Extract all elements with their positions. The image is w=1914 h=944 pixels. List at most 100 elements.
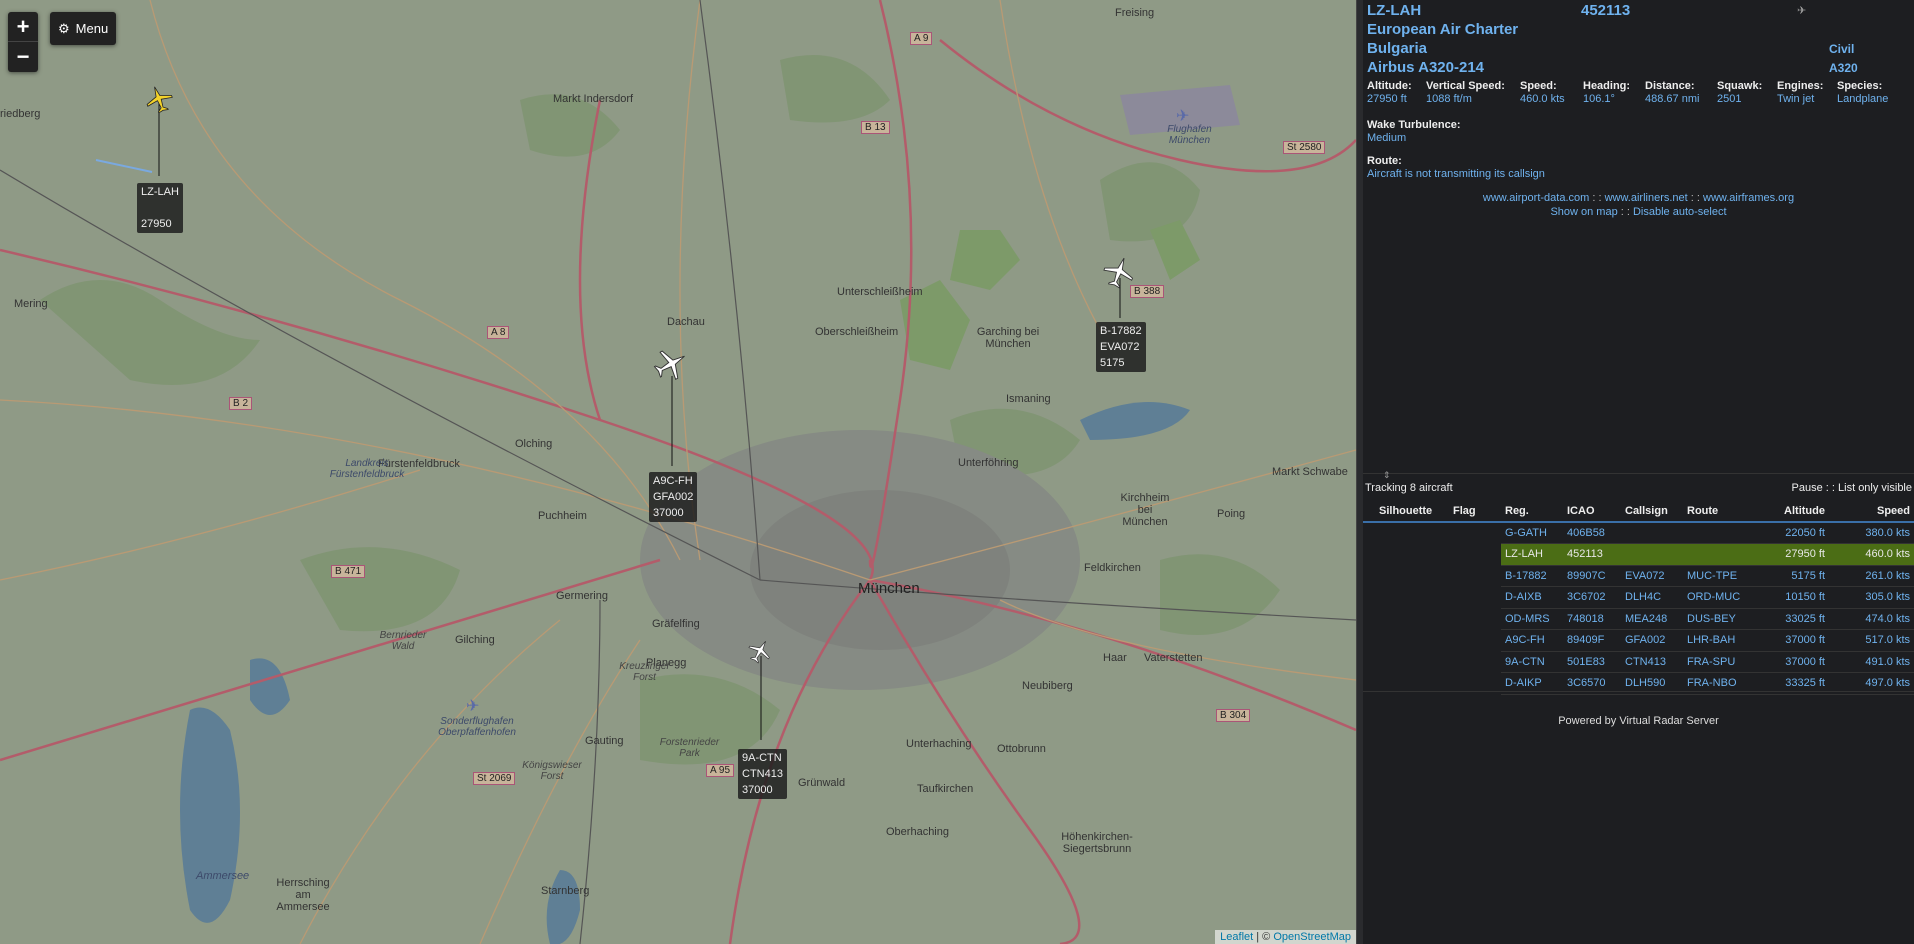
field-value: Aircraft is not transmitting its callsig…: [1367, 168, 1545, 180]
plane-icon: [146, 86, 173, 114]
aircraft-marker-b-17882[interactable]: [1102, 255, 1136, 292]
place-label: Ammersee: [196, 870, 250, 882]
table-cell: DLH4C: [1621, 586, 1683, 609]
field-key: Engines:: [1777, 80, 1824, 92]
airport-data-link[interactable]: www.airport-data.com: [1483, 192, 1589, 204]
airliners-link[interactable]: www.airliners.net: [1605, 192, 1688, 204]
table-cell: 748018: [1563, 608, 1621, 630]
column-header[interactable]: Reg.: [1501, 500, 1563, 523]
table-row[interactable]: 9A-CTN 501E83 CTN413 FRA-SPU 37000 ft 491.0 k…: [1363, 651, 1914, 673]
field-value: 27950 ft: [1367, 93, 1407, 105]
tracking-count: Tracking 8 aircraft: [1365, 482, 1453, 494]
silhouette-cell: [1363, 608, 1449, 630]
menu-button[interactable]: ⚙ Menu: [50, 12, 117, 45]
plane-icon: [653, 350, 685, 381]
table-row[interactable]: LZ-LAH 452113 27950 ft 460.0 kts: [1363, 543, 1914, 566]
detail-heading: Heading: 106.1°: [1583, 80, 1630, 105]
road-shield: A 8: [487, 326, 510, 339]
place-label: Flughafen München: [1167, 124, 1212, 146]
table-cell: 37000 ft: [1753, 651, 1829, 673]
detail-altitude: Altitude: 27950 ft: [1367, 80, 1412, 105]
detail-wake-turbulence: Wake Turbulence: Medium: [1367, 119, 1461, 144]
aircraft-label[interactable]: LZ-LAH 27950: [137, 183, 183, 233]
table-cell: 33025 ft: [1753, 608, 1829, 630]
pause-link[interactable]: Pause: [1792, 482, 1823, 494]
aircraft-label[interactable]: 9A-CTN CTN413 37000: [738, 749, 787, 799]
table-row[interactable]: OD-MRS 748018 MEA248 DUS-BEY 33025 ft 474.0 k…: [1363, 608, 1914, 630]
aircraft-detail: LZ-LAH 452113 ✈ European Air Charter Bul…: [1363, 0, 1914, 475]
leaflet-link[interactable]: Leaflet: [1220, 931, 1253, 943]
osm-link[interactable]: OpenStreetMap: [1273, 931, 1351, 943]
place-label: Sonderflughafen Oberpfaffenhofen: [438, 716, 516, 738]
show-on-map-link[interactable]: Show on map: [1550, 206, 1617, 218]
flag-cell: [1449, 608, 1501, 630]
table-cell: 501E83: [1563, 651, 1621, 673]
table-row[interactable]: D-AIXB 3C6702 DLH4C ORD-MUC 10150 ft 305.0 kt…: [1363, 586, 1914, 609]
flag-cell: [1449, 651, 1501, 673]
zoom-out-button[interactable]: −: [8, 42, 38, 72]
flag-cell: [1449, 587, 1501, 609]
place-label: Gilching: [455, 634, 495, 646]
airframes-link[interactable]: www.airframes.org: [1703, 192, 1794, 204]
flag-cell: [1449, 522, 1501, 544]
list-only-visible-link[interactable]: List only visible: [1838, 482, 1912, 494]
disable-auto-select-link[interactable]: Disable auto-select: [1633, 206, 1727, 218]
zoom-in-button[interactable]: +: [8, 12, 38, 42]
table-cell: G-GATH: [1501, 522, 1563, 544]
external-links: www.airport-data.com : : www.airliners.n…: [1363, 192, 1914, 204]
label-altitude: 37000: [653, 507, 684, 519]
aircraft-marker-9a-ctn[interactable]: [747, 638, 773, 667]
road-shield: B 471: [331, 565, 366, 578]
aircraft-marker-lz-lah[interactable]: [144, 84, 174, 117]
column-header[interactable]: ICAO: [1563, 500, 1621, 523]
table-cell: 89907C: [1563, 565, 1621, 587]
place-label: Ottobrunn: [997, 743, 1046, 755]
table-cell: CTN413: [1621, 651, 1683, 673]
field-value: Landplane: [1837, 93, 1889, 105]
plane-icon: [1103, 257, 1133, 289]
column-header[interactable]: Callsign: [1621, 500, 1683, 523]
detail-speed: Speed: 460.0 kts: [1520, 80, 1565, 105]
map-view[interactable]: München Freising Markt Indersdorf Dachau…: [0, 0, 1356, 944]
place-label: Olching: [515, 438, 553, 450]
place-label: Oberschleißheim: [815, 326, 899, 338]
field-value: 2501: [1717, 93, 1742, 105]
aircraft-label[interactable]: B-17882 EVA072 5175: [1096, 322, 1146, 372]
place-label: Gräfelfing: [652, 618, 700, 630]
table-cell: LZ-LAH: [1501, 543, 1563, 566]
label-altitude: 37000: [742, 784, 773, 796]
road-shield: B 13: [861, 121, 890, 134]
table-cell: GFA002: [1621, 629, 1683, 652]
aircraft-marker-a9c-fh[interactable]: [653, 346, 689, 385]
column-header[interactable]: Flag: [1449, 500, 1501, 523]
table-cell: 10150 ft: [1753, 586, 1829, 609]
panel-splitter[interactable]: [1356, 0, 1363, 944]
airport-icon: ✈: [1176, 108, 1190, 125]
table-cell: MUC-TPE: [1683, 565, 1753, 587]
table-row[interactable]: B-17882 89907C EVA072 MUC-TPE 5175 ft 261.0 k…: [1363, 565, 1914, 587]
column-header[interactable]: Silhouette: [1363, 500, 1449, 523]
field-value: 488.67 nmi: [1645, 93, 1700, 105]
table-cell: [1683, 543, 1753, 566]
field-value: Twin jet: [1777, 93, 1815, 105]
silhouette-cell: [1363, 522, 1449, 544]
table-cell: 452113: [1563, 543, 1621, 566]
aircraft-label[interactable]: A9C-FH GFA002 37000: [649, 472, 698, 522]
table-row[interactable]: A9C-FH 89409F GFA002 LHR-BAH 37000 ft 517.0 k…: [1363, 629, 1914, 652]
table-cell: [1683, 522, 1753, 544]
place-label: Neubiberg: [1022, 680, 1073, 692]
column-header[interactable]: Route: [1683, 500, 1753, 523]
table-row[interactable]: G-GATH 406B58 22050 ft 380.0 kts: [1363, 522, 1914, 544]
place-label: Bernrieder Wald: [379, 630, 427, 652]
place-label: Unterhaching: [906, 738, 972, 750]
silhouette-cell: [1363, 651, 1449, 673]
column-header[interactable]: Speed: [1829, 500, 1914, 523]
place-label: Mering: [14, 298, 48, 310]
column-header[interactable]: Altitude: [1753, 500, 1829, 523]
plane-icon: [748, 641, 770, 664]
aircraft-panel: LZ-LAH 452113 ✈ European Air Charter Bul…: [1363, 0, 1914, 944]
detail-model: Airbus A320-214: [1367, 59, 1484, 76]
resize-handle-icon[interactable]: ⇕: [1383, 470, 1391, 481]
powered-by: Powered by Virtual Radar Server: [1558, 715, 1719, 727]
place-label: Germering: [556, 590, 608, 602]
